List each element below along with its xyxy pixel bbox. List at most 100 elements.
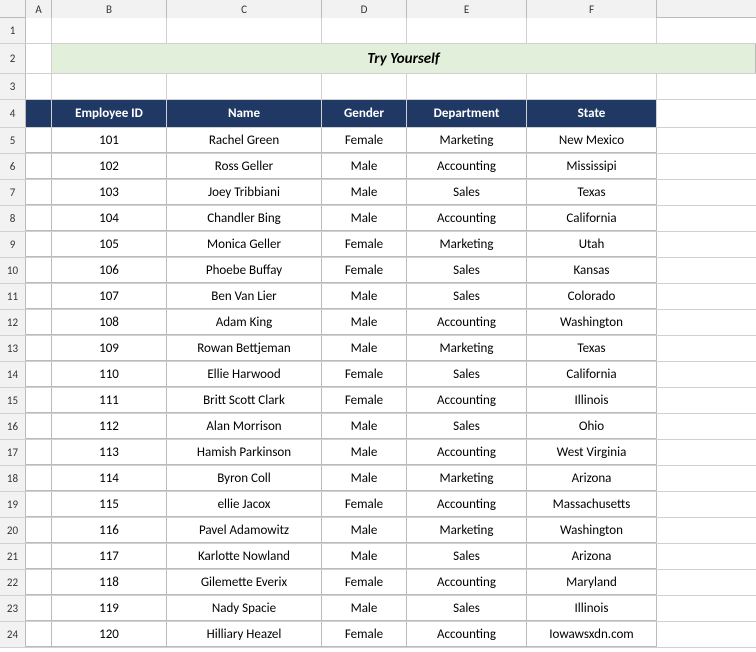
- cell-gender-17[interactable]: Male: [322, 440, 407, 465]
- cell-gender-7[interactable]: Male: [322, 180, 407, 205]
- cell-1e[interactable]: [407, 18, 527, 43]
- cell-dept-16[interactable]: Sales: [407, 414, 527, 439]
- cell-id-15[interactable]: 111: [52, 388, 167, 413]
- cell-1a[interactable]: [26, 18, 52, 43]
- cell-state-15[interactable]: Illinois: [527, 388, 657, 413]
- cell-id-24[interactable]: 120: [52, 622, 167, 647]
- cell-gender-12[interactable]: Male: [322, 310, 407, 335]
- header-department[interactable]: Department: [407, 100, 527, 127]
- cell-24a[interactable]: [26, 622, 52, 647]
- cell-name-10[interactable]: Phoebe Buffay: [167, 258, 322, 283]
- cell-id-12[interactable]: 108: [52, 310, 167, 335]
- cell-18a[interactable]: [26, 466, 52, 491]
- cell-7a[interactable]: [26, 180, 52, 205]
- cell-dept-20[interactable]: Marketing: [407, 518, 527, 543]
- cell-name-12[interactable]: Adam King: [167, 310, 322, 335]
- cell-state-24[interactable]: Iowawsxdn.com: [527, 622, 657, 647]
- cell-id-8[interactable]: 104: [52, 206, 167, 231]
- cell-5a[interactable]: [26, 128, 52, 153]
- cell-3d[interactable]: [322, 74, 407, 99]
- cell-name-5[interactable]: Rachel Green: [167, 128, 322, 153]
- cell-name-13[interactable]: Rowan Bettjeman: [167, 336, 322, 361]
- cell-9a[interactable]: [26, 232, 52, 257]
- cell-gender-15[interactable]: Female: [322, 388, 407, 413]
- header-employee-id[interactable]: Employee ID: [52, 100, 167, 127]
- cell-state-13[interactable]: Texas: [527, 336, 657, 361]
- cell-id-18[interactable]: 114: [52, 466, 167, 491]
- cell-state-5[interactable]: New Mexico: [527, 128, 657, 153]
- cell-dept-6[interactable]: Accounting: [407, 154, 527, 179]
- cell-22a[interactable]: [26, 570, 52, 595]
- cell-gender-21[interactable]: Male: [322, 544, 407, 569]
- cell-gender-24[interactable]: Female: [322, 622, 407, 647]
- cell-id-19[interactable]: 115: [52, 492, 167, 517]
- header-cell-a[interactable]: [26, 100, 52, 127]
- cell-state-19[interactable]: Massachusetts: [527, 492, 657, 517]
- cell-id-5[interactable]: 101: [52, 128, 167, 153]
- cell-name-7[interactable]: Joey Tribbiani: [167, 180, 322, 205]
- cell-state-20[interactable]: Washington: [527, 518, 657, 543]
- cell-15a[interactable]: [26, 388, 52, 413]
- cell-id-17[interactable]: 113: [52, 440, 167, 465]
- cell-name-9[interactable]: Monica Geller: [167, 232, 322, 257]
- cell-name-14[interactable]: Ellie Harwood: [167, 362, 322, 387]
- cell-state-9[interactable]: Utah: [527, 232, 657, 257]
- cell-1d[interactable]: [322, 18, 407, 43]
- cell-19a[interactable]: [26, 492, 52, 517]
- cell-3a[interactable]: [26, 74, 52, 99]
- cell-dept-23[interactable]: Sales: [407, 596, 527, 621]
- cell-gender-19[interactable]: Female: [322, 492, 407, 517]
- cell-name-22[interactable]: Gilemette Everix: [167, 570, 322, 595]
- cell-name-6[interactable]: Ross Geller: [167, 154, 322, 179]
- cell-dept-18[interactable]: Marketing: [407, 466, 527, 491]
- cell-dept-8[interactable]: Accounting: [407, 206, 527, 231]
- cell-6a[interactable]: [26, 154, 52, 179]
- cell-state-12[interactable]: Washington: [527, 310, 657, 335]
- cell-16a[interactable]: [26, 414, 52, 439]
- cell-state-14[interactable]: California: [527, 362, 657, 387]
- cell-id-9[interactable]: 105: [52, 232, 167, 257]
- cell-state-7[interactable]: Texas: [527, 180, 657, 205]
- cell-2a[interactable]: [26, 44, 52, 73]
- cell-8a[interactable]: [26, 206, 52, 231]
- cell-id-20[interactable]: 116: [52, 518, 167, 543]
- cell-state-17[interactable]: West Virginia: [527, 440, 657, 465]
- cell-dept-14[interactable]: Sales: [407, 362, 527, 387]
- cell-gender-16[interactable]: Male: [322, 414, 407, 439]
- cell-name-17[interactable]: Hamish Parkinson: [167, 440, 322, 465]
- cell-dept-10[interactable]: Sales: [407, 258, 527, 283]
- cell-name-20[interactable]: Pavel Adamowitz: [167, 518, 322, 543]
- cell-3b[interactable]: [52, 74, 167, 99]
- cell-state-11[interactable]: Colorado: [527, 284, 657, 309]
- cell-state-21[interactable]: Arizona: [527, 544, 657, 569]
- cell-id-10[interactable]: 106: [52, 258, 167, 283]
- cell-dept-7[interactable]: Sales: [407, 180, 527, 205]
- cell-name-11[interactable]: Ben Van Lier: [167, 284, 322, 309]
- cell-gender-20[interactable]: Male: [322, 518, 407, 543]
- cell-11a[interactable]: [26, 284, 52, 309]
- cell-1b[interactable]: [52, 18, 167, 43]
- cell-dept-15[interactable]: Accounting: [407, 388, 527, 413]
- cell-17a[interactable]: [26, 440, 52, 465]
- cell-state-6[interactable]: Mississipi: [527, 154, 657, 179]
- cell-dept-13[interactable]: Marketing: [407, 336, 527, 361]
- cell-gender-13[interactable]: Male: [322, 336, 407, 361]
- cell-state-16[interactable]: Ohio: [527, 414, 657, 439]
- cell-name-19[interactable]: ellie Jacox: [167, 492, 322, 517]
- cell-dept-11[interactable]: Sales: [407, 284, 527, 309]
- cell-13a[interactable]: [26, 336, 52, 361]
- cell-21a[interactable]: [26, 544, 52, 569]
- cell-dept-22[interactable]: Accounting: [407, 570, 527, 595]
- cell-gender-9[interactable]: Female: [322, 232, 407, 257]
- cell-id-13[interactable]: 109: [52, 336, 167, 361]
- cell-state-18[interactable]: Arizona: [527, 466, 657, 491]
- cell-id-22[interactable]: 118: [52, 570, 167, 595]
- cell-dept-21[interactable]: Sales: [407, 544, 527, 569]
- cell-id-23[interactable]: 119: [52, 596, 167, 621]
- cell-gender-6[interactable]: Male: [322, 154, 407, 179]
- cell-1f[interactable]: [527, 18, 657, 43]
- cell-dept-19[interactable]: Accounting: [407, 492, 527, 517]
- cell-20a[interactable]: [26, 518, 52, 543]
- header-gender[interactable]: Gender: [322, 100, 407, 127]
- cell-name-15[interactable]: Britt Scott Clark: [167, 388, 322, 413]
